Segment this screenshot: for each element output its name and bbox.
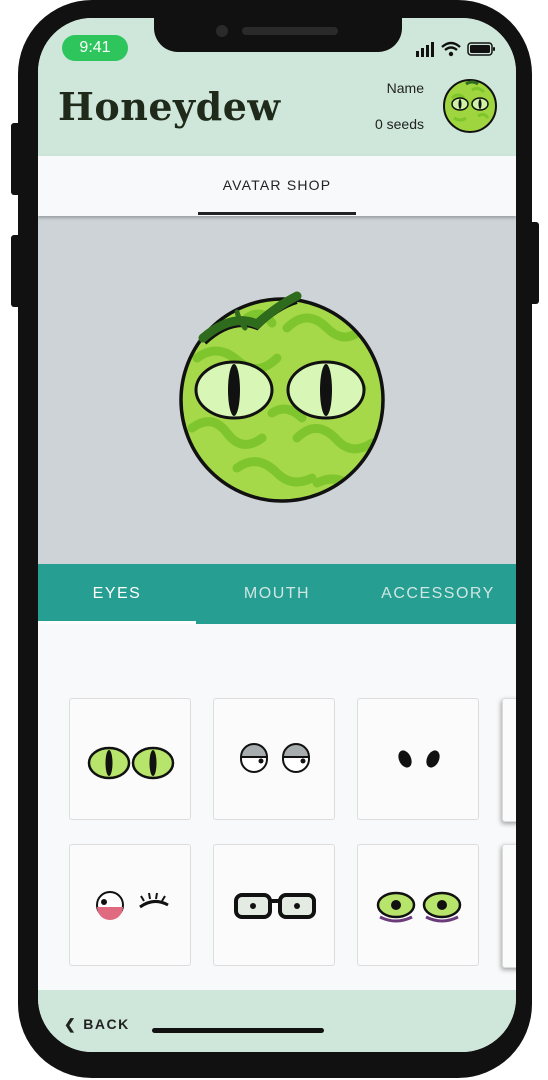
earpiece-speaker (242, 27, 338, 35)
avatar-preview-image (179, 291, 385, 503)
item-card[interactable] (357, 698, 479, 820)
app-screen: 9:41 Honeydew Name 0 seeds AVATAR SHOP E… (38, 18, 516, 1052)
phone-notch (154, 18, 402, 52)
black-bean-eyes-icon (398, 750, 440, 768)
back-button[interactable]: ❮ BACK (64, 1016, 130, 1033)
wifi-icon (441, 41, 461, 57)
item-grid (38, 624, 516, 990)
item-card-partial[interactable] (502, 698, 516, 822)
seed-count: 0 seeds (374, 116, 424, 132)
wink-eyes-icon (96, 891, 169, 920)
app-title: Honeydew (58, 84, 281, 129)
home-indicator[interactable] (152, 1028, 324, 1033)
item-card[interactable] (69, 844, 191, 966)
item-card[interactable] (69, 698, 191, 820)
status-icons (416, 41, 495, 57)
glasses-eyes-icon (234, 893, 316, 919)
tab-accessory[interactable]: ACCESSORY (358, 564, 516, 624)
power-button (529, 222, 539, 304)
tired-green-eyes-icon (376, 891, 462, 923)
item-card[interactable] (213, 844, 335, 966)
item-card[interactable] (213, 698, 335, 820)
front-camera (216, 25, 228, 37)
footer-bar: ❮ BACK (38, 990, 516, 1052)
tab-eyes[interactable]: EYES (38, 564, 196, 624)
user-name: Name (386, 80, 424, 96)
green-cat-eyes-icon (87, 746, 175, 780)
tab-avatar-shop[interactable]: AVATAR SHOP (198, 156, 356, 216)
sleepy-gray-eyes-icon (239, 743, 311, 773)
chevron-left-icon: ❮ (64, 1016, 78, 1032)
shop-tabbar: AVATAR SHOP (38, 156, 516, 216)
tab-mouth[interactable]: MOUTH (196, 564, 358, 624)
category-tabs: EYES MOUTH ACCESSORY (38, 564, 516, 624)
avatar-preview (38, 216, 516, 564)
item-card[interactable] (357, 844, 479, 966)
status-time: 9:41 (62, 35, 128, 61)
battery-icon (467, 42, 495, 56)
item-card-partial[interactable] (502, 844, 516, 968)
tab-indicator (198, 212, 356, 215)
user-avatar[interactable] (442, 78, 498, 134)
signal-icon (416, 42, 434, 57)
back-label: BACK (83, 1016, 130, 1032)
mute-switch (11, 123, 21, 195)
volume-button (11, 235, 21, 307)
